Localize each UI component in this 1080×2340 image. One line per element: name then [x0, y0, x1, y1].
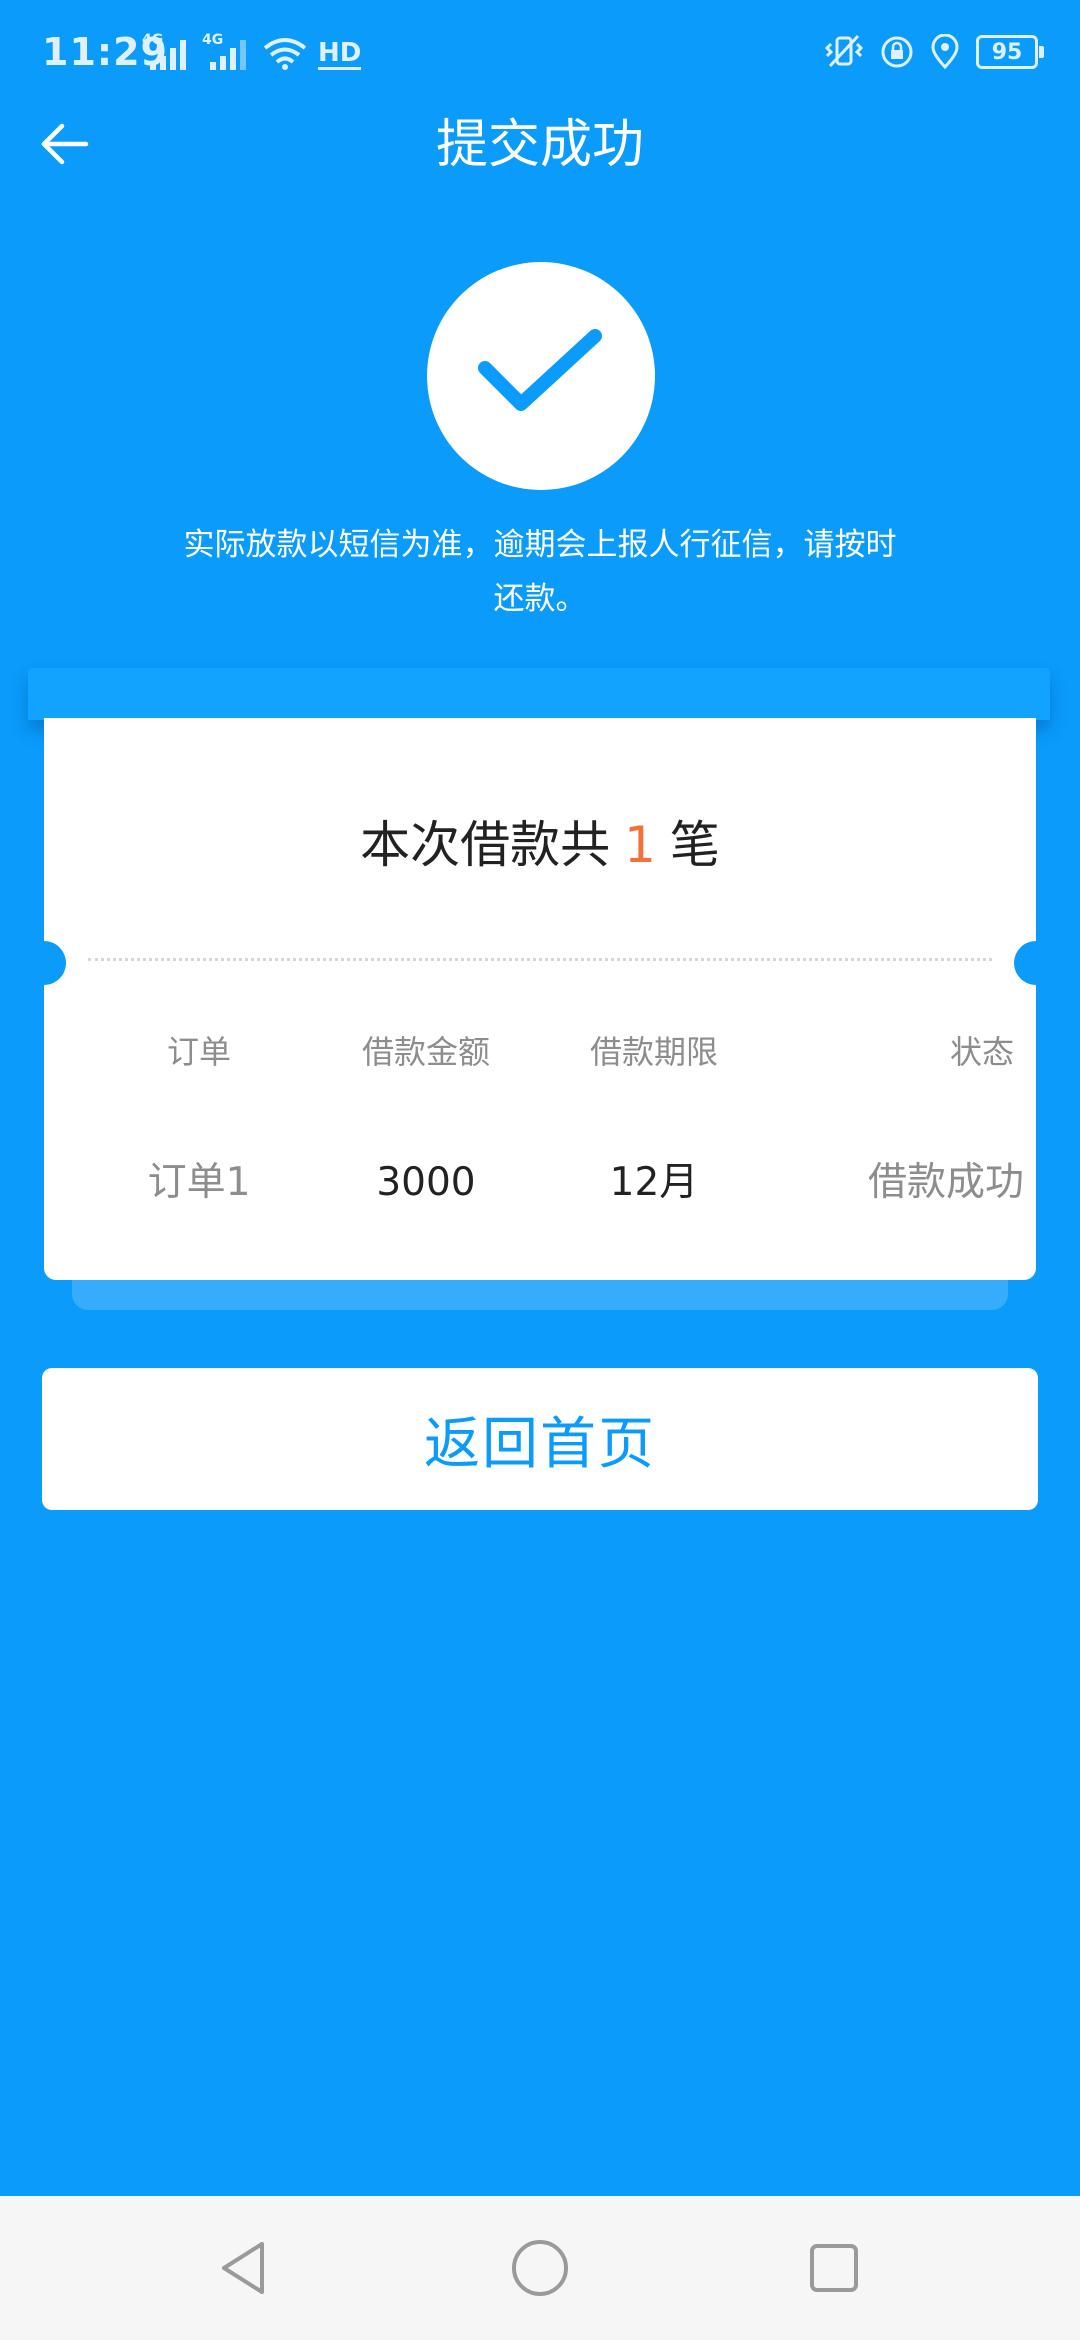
nav-home-icon[interactable]: [508, 2236, 572, 2300]
loan-count: 1: [624, 816, 656, 874]
cell-amount: 3000: [376, 1160, 476, 1205]
page-title: 提交成功: [435, 115, 644, 175]
battery-icon: 95: [976, 35, 1044, 69]
summary-suffix: 笔: [669, 816, 720, 874]
header-status: 状态: [949, 1033, 1014, 1071]
return-home-button[interactable]: 返回首页: [42, 1368, 1038, 1510]
ticket-notch-right: [1014, 941, 1058, 985]
header-order: 订单: [166, 1033, 231, 1071]
signal-icon: 4G: [142, 32, 192, 70]
location-icon: [931, 34, 959, 70]
nav-back-icon[interactable]: [214, 2236, 278, 2300]
checkmark-icon: [478, 329, 602, 411]
summary-prefix: 本次借款共: [360, 816, 611, 874]
cell-status: 借款成功: [867, 1160, 1024, 1205]
rotation-lock-icon: [881, 36, 913, 68]
signal-type-label: 4G: [142, 32, 164, 48]
header-amount: 借款金额: [361, 1033, 490, 1071]
status-left-icons: 4G 4G HD: [142, 32, 362, 70]
cell-term: 12月: [609, 1160, 699, 1205]
system-nav-bar: [0, 2196, 1080, 2340]
notice-line-1: 实际放款以短信为准，逾期会上报人行征信，请按时: [183, 527, 897, 563]
nav-recents-icon[interactable]: [802, 2236, 866, 2300]
dotted-divider: [88, 958, 992, 961]
status-bar: 11:29 4G 4G HD 95: [0, 0, 1080, 110]
ticket-notch-left: [22, 941, 66, 985]
cell-order: 订单1: [147, 1160, 251, 1205]
signal-icon: 4G: [202, 32, 252, 70]
ticket-slot: [28, 668, 1050, 720]
loan-summary-card: 本次借款共 1 笔 订单 借款金额 借款期限 状态 订单1 3000 12月 借款成…: [44, 718, 1036, 1280]
status-right-icons: 95: [824, 34, 1044, 70]
hd-call-icon: HD: [318, 38, 362, 70]
vibrate-icon: [824, 34, 864, 68]
loan-notice: 实际放款以短信为准，逾期会上报人行征信，请按时 还款。: [160, 518, 920, 626]
notice-line-2: 还款。: [493, 581, 587, 617]
header-term: 借款期限: [589, 1033, 718, 1071]
success-badge: [427, 262, 655, 490]
wifi-icon: [263, 38, 307, 70]
loan-count-summary: 本次借款共 1 笔: [44, 810, 1036, 880]
signal-type-label: 4G: [202, 32, 224, 48]
